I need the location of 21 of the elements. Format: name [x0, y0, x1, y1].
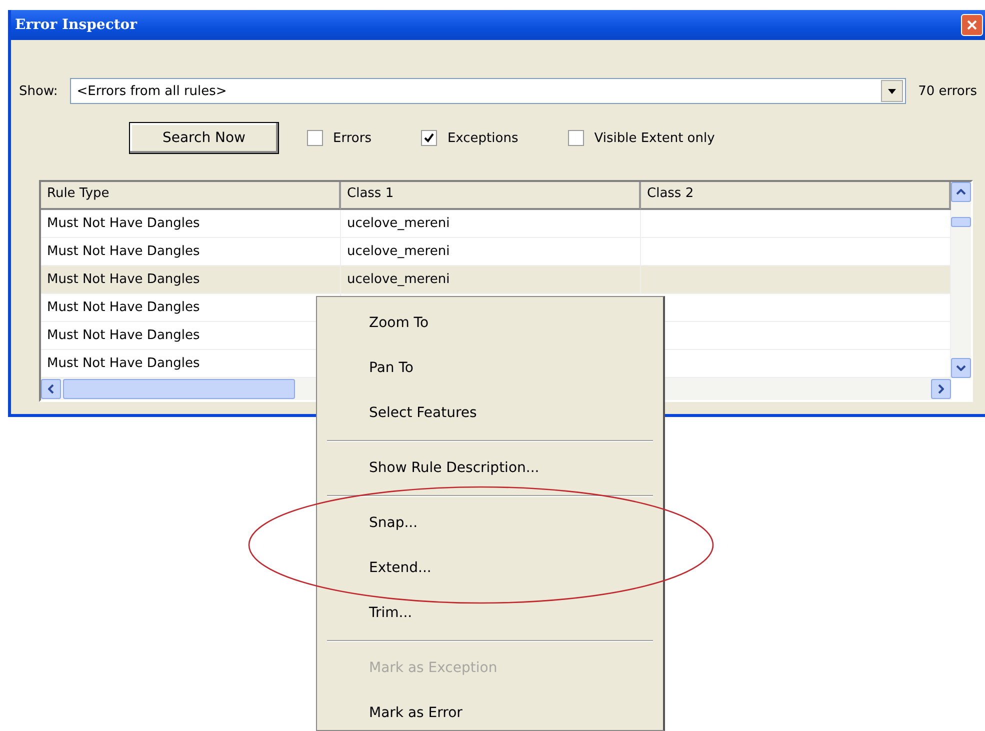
rule-dropdown[interactable]: <Errors from all rules>: [70, 78, 906, 104]
menu-item[interactable]: Show Rule Description...: [321, 446, 659, 491]
search-now-button[interactable]: Search Now: [129, 122, 279, 154]
menu-item[interactable]: Mark as Error: [321, 691, 659, 731]
menu-item[interactable]: Select Features: [321, 391, 659, 436]
table-cell: ucelove_mereni: [341, 266, 641, 294]
column-header[interactable]: Class 1: [341, 182, 641, 210]
table-cell: Must Not Have Dangles: [41, 266, 341, 294]
column-header[interactable]: Rule Type: [41, 182, 341, 210]
menu-item[interactable]: Snap...: [321, 501, 659, 546]
window-title: Error Inspector: [15, 17, 138, 33]
menu-item[interactable]: Trim...: [321, 591, 659, 636]
checkbox-label: Exceptions: [447, 130, 518, 146]
error-count: 70 errors: [918, 84, 978, 98]
show-label: Show:: [19, 84, 58, 98]
table-cell: Must Not Have Dangles: [41, 210, 341, 238]
checkbox-label: Visible Extent only: [594, 130, 715, 146]
column-header[interactable]: Class 2: [641, 182, 951, 210]
menu-item[interactable]: Extend...: [321, 546, 659, 591]
table-cell: ucelove_mereni: [341, 210, 641, 238]
checkbox-label: Errors: [333, 130, 372, 146]
